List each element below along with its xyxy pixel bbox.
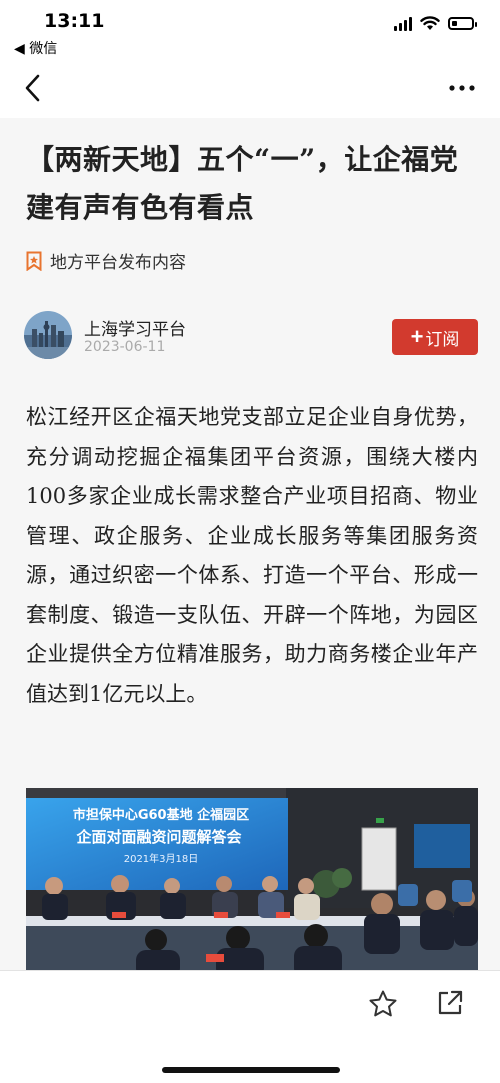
bookmark-icon bbox=[26, 251, 42, 271]
status-time: 13:11 bbox=[44, 10, 105, 32]
subscribe-label: 订阅 bbox=[425, 329, 460, 349]
source-label: 地方平台发布内容 bbox=[50, 253, 186, 273]
source-tag: 地方平台发布内容 bbox=[26, 248, 186, 273]
photo-banner-line2: 企面对面融资问题解答会 bbox=[76, 828, 242, 846]
article-title: 【两新天地】五个“一”，让企福党建有声有色有看点 bbox=[26, 143, 459, 224]
author-name[interactable]: 上海学习平台 bbox=[84, 315, 186, 340]
wifi-icon bbox=[420, 16, 440, 30]
plus-icon: + bbox=[410, 324, 424, 349]
status-icons bbox=[394, 16, 477, 31]
status-bar: 13:11 ◀ 微信 bbox=[0, 0, 500, 60]
bottom-toolbar bbox=[0, 970, 500, 1083]
article-container: 【两新天地】五个“一”，让企福党建有声有色有看点 地方平台发布内容 上海学习平台… bbox=[0, 118, 500, 970]
author-row: 上海学习平台 2023-06-11 + 订阅 bbox=[24, 311, 478, 367]
star-icon[interactable] bbox=[368, 989, 398, 1019]
subscribe-button[interactable]: + 订阅 bbox=[392, 319, 478, 355]
avatar[interactable] bbox=[24, 311, 72, 359]
cellular-signal-icon bbox=[394, 16, 412, 31]
home-indicator[interactable] bbox=[162, 1067, 340, 1073]
battery-icon bbox=[448, 17, 477, 30]
more-horizontal-icon[interactable] bbox=[448, 82, 476, 94]
back-to-wechat-link[interactable]: ◀ 微信 bbox=[14, 38, 57, 58]
article-body: 松江经开区企福天地党支部立足企业自身优势，充分调动挖掘企福集团平台资源，围绕大楼… bbox=[26, 405, 478, 706]
share-external-icon[interactable] bbox=[436, 989, 464, 1017]
publish-date: 2023-06-11 bbox=[84, 339, 166, 355]
nav-bar bbox=[0, 60, 500, 118]
article-photo[interactable]: 市担保中心G60基地 企福园区 企面对面融资问题解答会 2021年3月18日 bbox=[26, 788, 478, 970]
photo-banner-date: 2021年3月18日 bbox=[123, 854, 199, 865]
chevron-left-icon[interactable] bbox=[20, 72, 48, 104]
battery-level bbox=[452, 21, 458, 26]
photo-banner-line1: 市担保中心G60基地 企福园区 bbox=[72, 808, 250, 823]
